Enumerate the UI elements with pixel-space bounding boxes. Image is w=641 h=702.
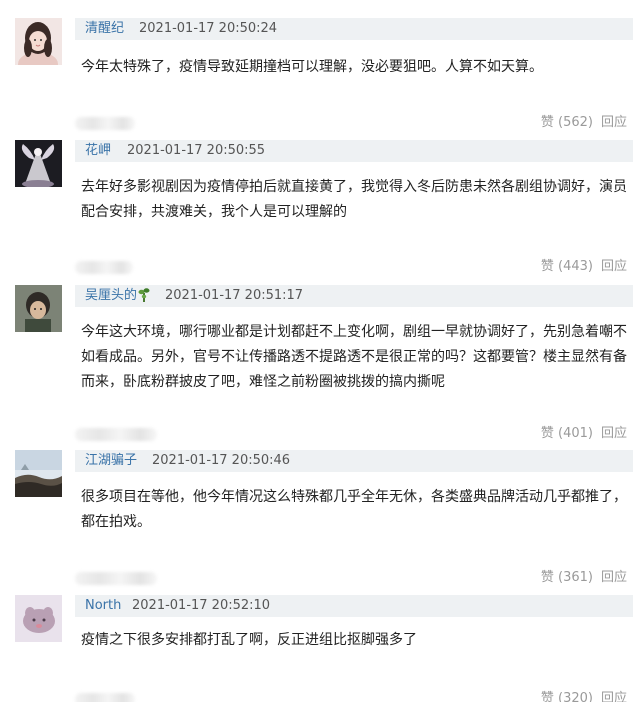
comment-footer: 赞 (401) 回应 bbox=[75, 425, 633, 443]
comment-text: 很多项目在等他，他今年情况这么特殊都几乎全年无休，各类盛典品牌活动几乎都推了，都… bbox=[81, 489, 627, 530]
reply-button[interactable]: 回应 bbox=[601, 426, 627, 441]
username-link[interactable]: 吴厘头的 bbox=[85, 285, 150, 307]
comment-meta: 江湖骗子 2021-01-17 20:50:46 bbox=[75, 450, 633, 472]
avatar[interactable] bbox=[15, 450, 62, 497]
like-button[interactable]: 赞 (361) bbox=[541, 570, 593, 585]
comment-footer: 赞 (320) 回应 bbox=[75, 690, 633, 702]
comment-meta: 吴厘头的 2021-01-17 20:51:17 bbox=[75, 285, 633, 307]
like-button[interactable]: 赞 (562) bbox=[541, 115, 593, 130]
comment-text: 疫情之下很多安排都打乱了啊，反正进组比抠脚强多了 bbox=[81, 632, 417, 648]
comment-item: 江湖骗子 2021-01-17 20:50:46 很多项目在等他，他今年情况这么… bbox=[0, 450, 641, 590]
timestamp: 2021-01-17 20:50:24 bbox=[139, 21, 278, 36]
reply-button[interactable]: 回应 bbox=[601, 115, 627, 130]
avatar[interactable] bbox=[15, 140, 62, 187]
timestamp: 2021-01-17 20:50:46 bbox=[152, 453, 291, 468]
comment-meta: 清醒纪 2021-01-17 20:50:24 bbox=[75, 18, 633, 40]
reply-button[interactable]: 回应 bbox=[601, 259, 627, 274]
comment-item: 花岬 2021-01-17 20:50:55 去年好多影视剧因为疫情停拍后就直接… bbox=[0, 140, 641, 280]
like-button[interactable]: 赞 (320) bbox=[541, 691, 593, 702]
comment-item: 清醒纪 2021-01-17 20:50:24 今年太特殊了，疫情导致延期撞档可… bbox=[0, 0, 641, 140]
comment-text: 今年太特殊了，疫情导致延期撞档可以理解，没必要狙吧。人算不如天算。 bbox=[81, 59, 543, 75]
comment-footer: 赞 (443) 回应 bbox=[75, 258, 633, 276]
username-link[interactable]: 清醒纪 bbox=[85, 18, 124, 40]
like-button[interactable]: 赞 (443) bbox=[541, 259, 593, 274]
avatar[interactable] bbox=[15, 18, 62, 65]
username-link[interactable]: North bbox=[85, 595, 121, 617]
comment-actions: 赞 (401) 回应 bbox=[541, 425, 627, 443]
comment-text: 去年好多影视剧因为疫情停拍后就直接黄了，我觉得入冬后防患未然各剧组协调好，演员配… bbox=[81, 179, 627, 220]
reply-button[interactable]: 回应 bbox=[601, 691, 627, 702]
blurred-username bbox=[75, 428, 157, 441]
avatar[interactable] bbox=[15, 285, 62, 332]
blurred-username bbox=[75, 572, 157, 585]
reply-button[interactable]: 回应 bbox=[601, 570, 627, 585]
comment-text: 今年这大环境，哪行哪业都是计划都赶不上变化啊，剧组一早就协调好了，先别急着嘲不如… bbox=[81, 324, 627, 390]
timestamp: 2021-01-17 20:50:55 bbox=[127, 143, 266, 158]
username-link[interactable]: 江湖骗子 bbox=[85, 450, 137, 472]
comment-meta: North 2021-01-17 20:52:10 bbox=[75, 595, 633, 617]
blurred-username bbox=[75, 117, 135, 130]
username-text: 吴厘头的 bbox=[85, 288, 138, 303]
comment-footer: 赞 (562) 回应 bbox=[75, 114, 633, 132]
comment-item: 吴厘头的 2021-01-17 20:51:17 今年这大环境，哪行哪业都是计划… bbox=[0, 285, 641, 445]
comment-item: North 2021-01-17 20:52:10 疫情之下很多安排都打乱了啊，… bbox=[0, 595, 641, 702]
like-button[interactable]: 赞 (401) bbox=[541, 426, 593, 441]
username-link[interactable]: 花岬 bbox=[85, 140, 111, 162]
comment-meta: 花岬 2021-01-17 20:50:55 bbox=[75, 140, 633, 162]
comment-actions: 赞 (443) 回应 bbox=[541, 258, 627, 276]
timestamp: 2021-01-17 20:52:10 bbox=[132, 598, 271, 613]
comment-footer: 赞 (361) 回应 bbox=[75, 569, 633, 587]
comment-actions: 赞 (320) 回应 bbox=[541, 690, 627, 702]
comment-actions: 赞 (562) 回应 bbox=[541, 114, 627, 132]
blurred-username bbox=[75, 693, 135, 702]
avatar[interactable] bbox=[15, 595, 62, 642]
comment-actions: 赞 (361) 回应 bbox=[541, 569, 627, 587]
blurred-username bbox=[75, 261, 133, 274]
plant-badge-icon bbox=[138, 287, 150, 302]
timestamp: 2021-01-17 20:51:17 bbox=[165, 288, 304, 303]
